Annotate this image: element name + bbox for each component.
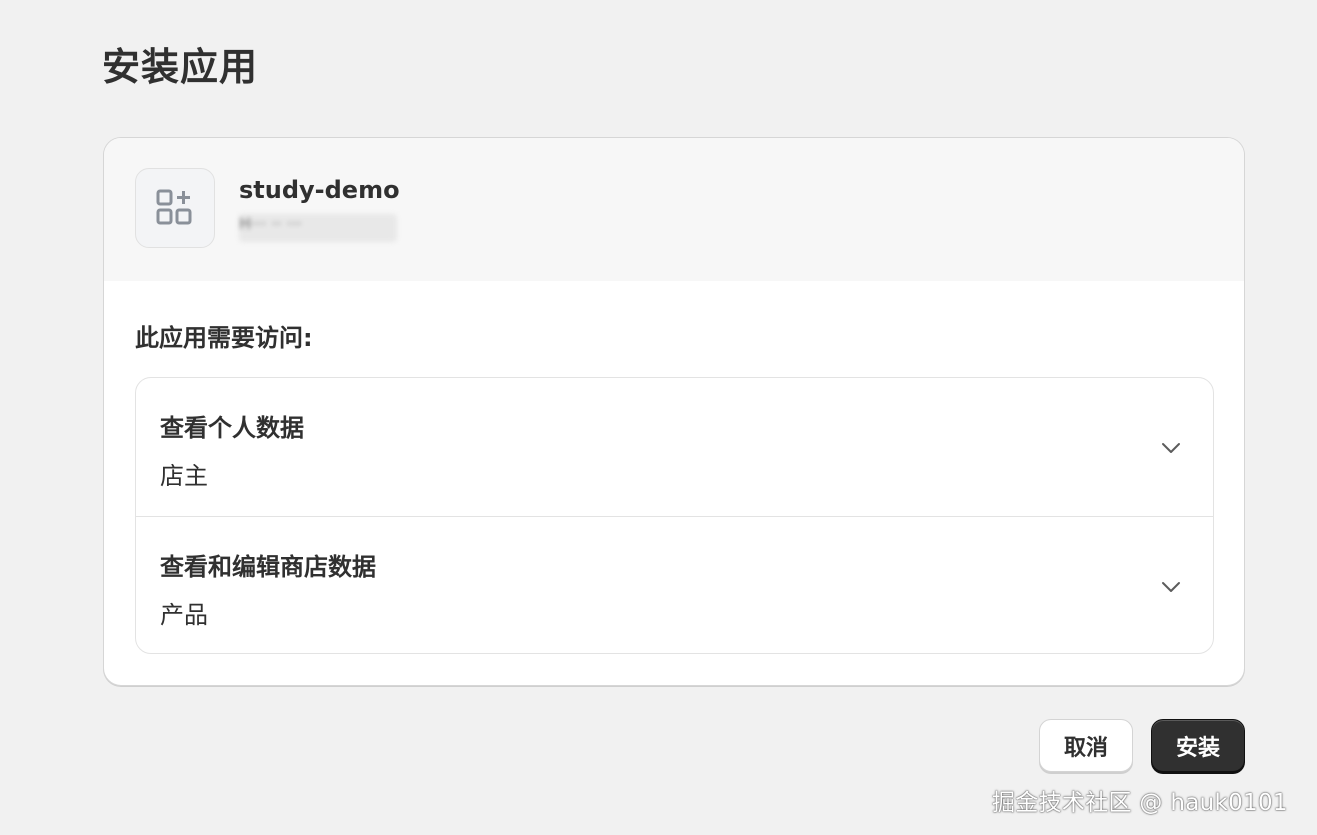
app-header: study-demo H··· ·· ···: [104, 138, 1244, 281]
install-card: study-demo H··· ·· ··· 此应用需要访问: 查看个人数据 店…: [103, 137, 1245, 686]
apps-plus-icon: [135, 168, 215, 248]
permission-detail: 产品: [160, 601, 208, 629]
permission-list: 查看个人数据 店主 查看和编辑商店数据 产品: [135, 377, 1214, 654]
chevron-down-icon[interactable]: [1159, 575, 1183, 599]
permission-detail: 店主: [160, 462, 208, 490]
watermark: 掘金技术社区 @ hauk0101: [992, 790, 1288, 816]
permission-title: 查看和编辑商店数据: [160, 553, 376, 581]
app-name: study-demo: [239, 176, 400, 204]
permission-item-store-data[interactable]: 查看和编辑商店数据 产品: [136, 516, 1213, 653]
permission-item-personal-data[interactable]: 查看个人数据 店主: [136, 378, 1213, 516]
permission-title: 查看个人数据: [160, 414, 304, 442]
chevron-down-icon[interactable]: [1159, 436, 1183, 460]
app-subtitle-redacted: H··· ·· ···: [239, 214, 397, 242]
cancel-button[interactable]: 取消: [1039, 719, 1133, 772]
install-button[interactable]: 安装: [1151, 719, 1245, 772]
access-label: 此应用需要访问:: [135, 324, 313, 352]
page-title: 安装应用: [102, 45, 259, 89]
install-app-page: 安装应用 study-demo H··· ·· ··· 此应用需要访问: 查看个…: [0, 0, 1317, 835]
